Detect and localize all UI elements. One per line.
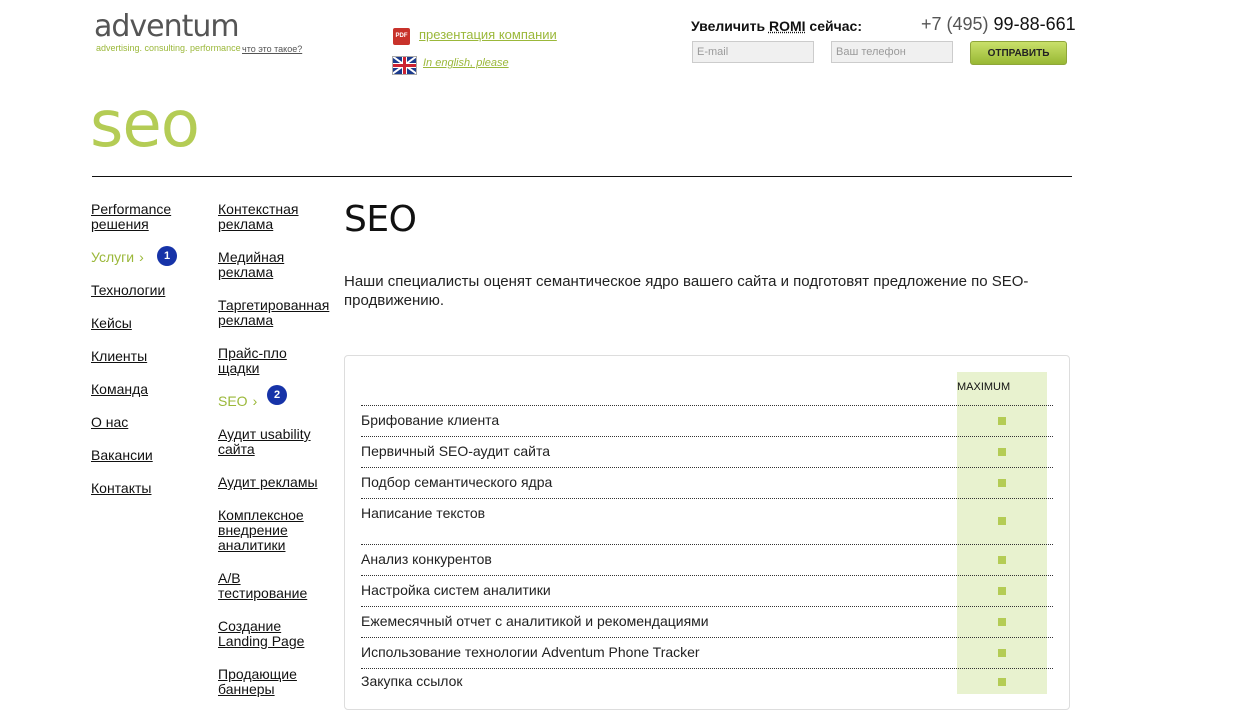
nav-item-services[interactable]: Услуги › — [91, 250, 144, 265]
included-marker — [998, 556, 1006, 564]
logo[interactable]: adventum — [94, 10, 240, 44]
pdf-icon: PDF — [393, 28, 410, 45]
romi-heading: Увеличить ROMI сейчас: — [691, 18, 862, 34]
table-row-label: Использование технологии Adventum Phone … — [361, 644, 700, 660]
subnav-item-seo-label: SEO — [218, 393, 248, 409]
nav-item-vacancies[interactable]: Вакансии — [91, 448, 153, 463]
row-divider — [361, 467, 1053, 468]
send-button[interactable]: ОТПРАВИТЬ — [970, 41, 1067, 65]
intro-text: Наши специалисты оценят семантическое яд… — [344, 273, 1029, 309]
included-marker — [998, 417, 1006, 425]
what-is-link[interactable]: что это такое? — [242, 44, 302, 54]
subnav-item-landing[interactable]: Создание Landing Page — [218, 619, 333, 649]
included-marker — [998, 649, 1006, 657]
row-divider — [361, 606, 1053, 607]
table-row-label: Подбор семантического ядра — [361, 474, 553, 490]
phone-number: +7 (495) 99-88-661 — [921, 14, 1076, 35]
logo-tagline: advertising. consulting. performance — [96, 43, 241, 53]
subnav-item-context[interactable]: Контекстная реклама — [218, 202, 308, 232]
subnav-item-ab-testing[interactable]: A/B тестирование — [218, 571, 313, 601]
header-divider — [92, 176, 1072, 177]
uk-flag-icon — [392, 56, 417, 75]
subnav-item-seo[interactable]: SEO › — [218, 394, 257, 409]
romi-text-pre: Увеличить — [691, 18, 769, 34]
romi-word: ROMI — [768, 18, 806, 34]
nav-item-clients[interactable]: Клиенты — [91, 349, 147, 364]
romi-text-post: сейчас: — [805, 18, 862, 34]
table-row-label: Настройка систем аналитики — [361, 582, 551, 598]
included-marker — [998, 587, 1006, 595]
subnav-item-ads-audit[interactable]: Аудит рекламы — [218, 475, 333, 490]
subnav-item-targeted[interactable]: Таргетированная реклама — [218, 298, 333, 328]
row-divider — [361, 637, 1053, 638]
page-title: SEO — [344, 199, 417, 240]
nav-item-cases[interactable]: Кейсы — [91, 316, 132, 331]
table-row-label: Ежемесячный отчет с аналитикой и рекомен… — [361, 613, 709, 629]
subnav-item-usability[interactable]: Аудит usability сайта — [218, 427, 328, 457]
row-divider — [361, 436, 1053, 437]
table-row-label: Брифование клиента — [361, 412, 500, 428]
row-divider — [361, 668, 1053, 669]
page-big-title: seo — [90, 88, 200, 162]
subnav-item-price-label: Прайс-площадки — [218, 345, 287, 376]
row-divider — [361, 498, 1053, 499]
nav-item-performance[interactable]: Performance решения — [91, 202, 181, 232]
presentation-link[interactable]: презентация компании — [419, 27, 557, 42]
table-row-label: Закупка ссылок — [361, 673, 463, 689]
subnav-item-banners[interactable]: Продающие баннеры — [218, 667, 308, 697]
chevron-right-icon: › — [139, 249, 144, 265]
step-badge-1: 1 — [157, 246, 177, 266]
phone-input[interactable] — [831, 41, 953, 63]
row-divider — [361, 405, 1053, 406]
subnav-item-price[interactable]: Прайс-площадки — [218, 346, 288, 376]
phone-code: +7 (495) — [921, 14, 989, 34]
row-divider — [361, 544, 1053, 545]
table-row-label: Первичный SEO-аудит сайта — [361, 443, 551, 459]
row-divider — [361, 575, 1053, 576]
english-link[interactable]: In english, please — [423, 57, 509, 69]
subnav-item-media[interactable]: Медийная реклама — [218, 250, 298, 280]
phone-digits: 99-88-661 — [988, 14, 1076, 34]
included-marker — [998, 517, 1006, 525]
email-input[interactable] — [692, 41, 814, 63]
included-marker — [998, 479, 1006, 487]
nav-item-team[interactable]: Команда — [91, 382, 148, 397]
subnav-item-analytics[interactable]: Комплексное внедрение аналитики — [218, 508, 308, 553]
table-row-label: Анализ конкурентов — [361, 551, 492, 567]
included-marker — [998, 618, 1006, 626]
step-badge-2: 2 — [267, 385, 287, 405]
chevron-right-icon: › — [252, 393, 258, 409]
nav-item-about[interactable]: О нас — [91, 415, 128, 430]
table-row-label: Написание текстов — [361, 505, 486, 521]
nav-item-contacts[interactable]: Контакты — [91, 481, 151, 496]
nav-item-technologies[interactable]: Технологии — [91, 283, 165, 298]
nav-item-services-label: Услуги — [91, 249, 135, 265]
included-marker — [998, 448, 1006, 456]
included-marker — [998, 678, 1006, 686]
maximum-column-header: MAXIMUM — [957, 381, 1011, 393]
